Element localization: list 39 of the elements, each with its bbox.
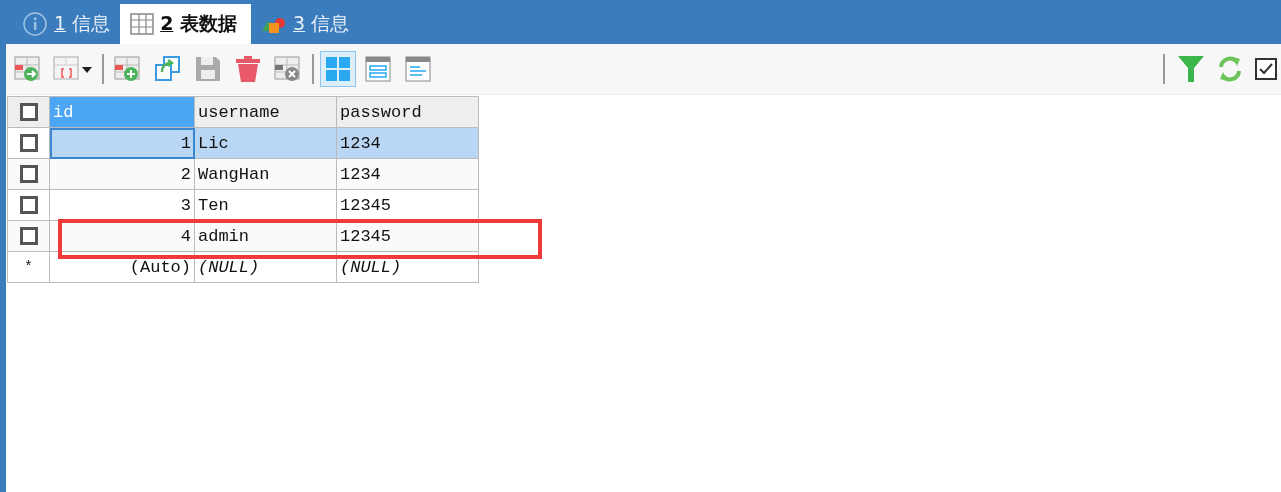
table-cell: 3 — [50, 190, 195, 221]
table-cell: 1 — [50, 128, 195, 159]
checkbox[interactable] — [19, 165, 38, 183]
column-header[interactable]: username — [195, 97, 337, 128]
checkbox[interactable] — [19, 134, 38, 152]
checkbox[interactable] — [19, 103, 38, 121]
table-cell: 4 — [50, 221, 195, 252]
table-x-icon — [274, 55, 302, 83]
tab[interactable]: 3 信息 — [251, 4, 360, 44]
filter-icon[interactable] — [1177, 54, 1205, 84]
checkbox[interactable] — [19, 227, 38, 245]
info-icon — [22, 11, 48, 37]
table-cell: admin — [195, 221, 337, 252]
form-view-icon — [365, 56, 391, 82]
table-icon — [130, 13, 155, 35]
tab[interactable]: 1 信息 — [12, 4, 121, 44]
trash-icon — [234, 55, 262, 83]
table-cell: 2 — [50, 159, 195, 190]
grid-view-icon — [325, 56, 351, 82]
checkbox[interactable] — [19, 196, 38, 214]
table-arrow-icon — [14, 55, 42, 83]
text-view-icon — [405, 56, 431, 82]
refresh-icon[interactable] — [1217, 55, 1243, 83]
save-icon — [194, 55, 222, 83]
table-cell: 1234 — [337, 128, 479, 159]
copy-arrow-icon — [154, 55, 182, 83]
checkmark-icon — [1259, 63, 1273, 75]
table-cell: Ten — [195, 190, 337, 221]
tab[interactable]: 2 表数据 — [120, 4, 251, 44]
row-marker: * — [8, 252, 50, 283]
add-row-icon — [114, 55, 142, 83]
table-cell: 1234 — [337, 159, 479, 190]
table-cell: 12345 — [337, 221, 479, 252]
table-bracket-icon — [53, 55, 93, 83]
table-cell: Lic — [195, 128, 337, 159]
column-header[interactable]: password — [337, 97, 479, 128]
toolbar-button[interactable] — [320, 51, 356, 87]
checkbox[interactable] — [1255, 58, 1277, 80]
table-cell: WangHan — [195, 159, 337, 190]
